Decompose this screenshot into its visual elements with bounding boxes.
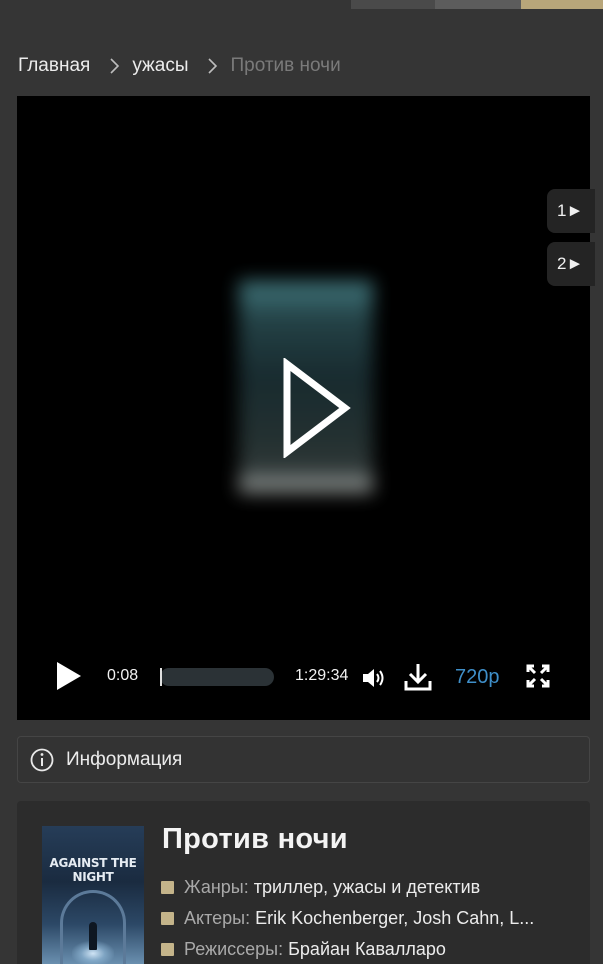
download-icon bbox=[404, 664, 432, 691]
directors-row: Режиссеры: Брайан Кавалларо bbox=[161, 939, 446, 960]
info-icon bbox=[30, 748, 54, 771]
total-time: 1:29:34 bbox=[295, 667, 349, 684]
play-icon bbox=[57, 662, 81, 690]
genres-label: Жанры: bbox=[184, 877, 249, 897]
genres-row: Жанры: триллер, ужасы и детектив bbox=[161, 877, 480, 898]
actors-label: Актеры: bbox=[184, 908, 251, 928]
player-source-2-button[interactable]: 2► bbox=[547, 242, 595, 286]
play-button[interactable] bbox=[55, 660, 83, 692]
poster-artwork bbox=[89, 922, 97, 950]
quality-selector[interactable]: 720p bbox=[455, 666, 500, 689]
breadcrumb-category-link[interactable]: ужасы bbox=[132, 55, 188, 77]
volume-button[interactable] bbox=[361, 666, 387, 690]
play-icon bbox=[283, 356, 351, 460]
movie-card: AGAINST THE NIGHT Против ночи Жанры: три… bbox=[17, 801, 590, 964]
breadcrumb: Главная ужасы Против ночи bbox=[18, 54, 341, 78]
breadcrumb-current: Против ночи bbox=[230, 55, 341, 76]
seek-bar-fill bbox=[160, 668, 162, 686]
movie-title: Против ночи bbox=[162, 823, 348, 855]
bullet-marker bbox=[161, 912, 174, 925]
chevron-right-icon bbox=[200, 54, 224, 78]
movie-poster[interactable]: AGAINST THE NIGHT bbox=[42, 826, 144, 964]
top-nav-tabs bbox=[351, 0, 603, 9]
player-source-1-button[interactable]: 1► bbox=[547, 189, 595, 233]
info-tab[interactable]: Информация bbox=[17, 736, 590, 783]
top-nav-tab[interactable] bbox=[351, 0, 435, 9]
actors-row: Актеры: Erik Kochenberger, Josh Cahn, L.… bbox=[161, 908, 534, 929]
video-player[interactable]: 0:08 1:29:34 720p bbox=[17, 96, 590, 720]
page: Главная ужасы Против ночи 0:08 1:29:34 7… bbox=[0, 0, 603, 964]
volume-icon bbox=[363, 669, 384, 687]
genres-value[interactable]: триллер, ужасы и детектив bbox=[254, 877, 481, 898]
big-play-button[interactable] bbox=[279, 356, 353, 460]
poster-title: AGAINST THE NIGHT bbox=[49, 856, 137, 884]
player-controls: 0:08 1:29:34 720p bbox=[17, 654, 590, 702]
directors-value[interactable]: Брайан Кавалларо bbox=[288, 939, 446, 960]
fullscreen-button[interactable] bbox=[526, 664, 550, 688]
actors-value[interactable]: Erik Kochenberger, Josh Cahn, L... bbox=[255, 908, 534, 929]
seek-bar[interactable] bbox=[160, 668, 274, 686]
top-nav-tab[interactable] bbox=[435, 0, 521, 9]
fullscreen-icon bbox=[526, 664, 550, 688]
chevron-right-icon bbox=[102, 54, 126, 78]
top-nav-tab-active[interactable] bbox=[521, 0, 603, 9]
breadcrumb-home-link[interactable]: Главная bbox=[18, 55, 90, 77]
current-time: 0:08 bbox=[107, 667, 139, 684]
bullet-marker bbox=[161, 881, 174, 894]
directors-label: Режиссеры: bbox=[184, 939, 284, 959]
download-button[interactable] bbox=[403, 662, 433, 692]
info-tab-label: Информация bbox=[66, 748, 183, 770]
bullet-marker bbox=[161, 943, 174, 956]
